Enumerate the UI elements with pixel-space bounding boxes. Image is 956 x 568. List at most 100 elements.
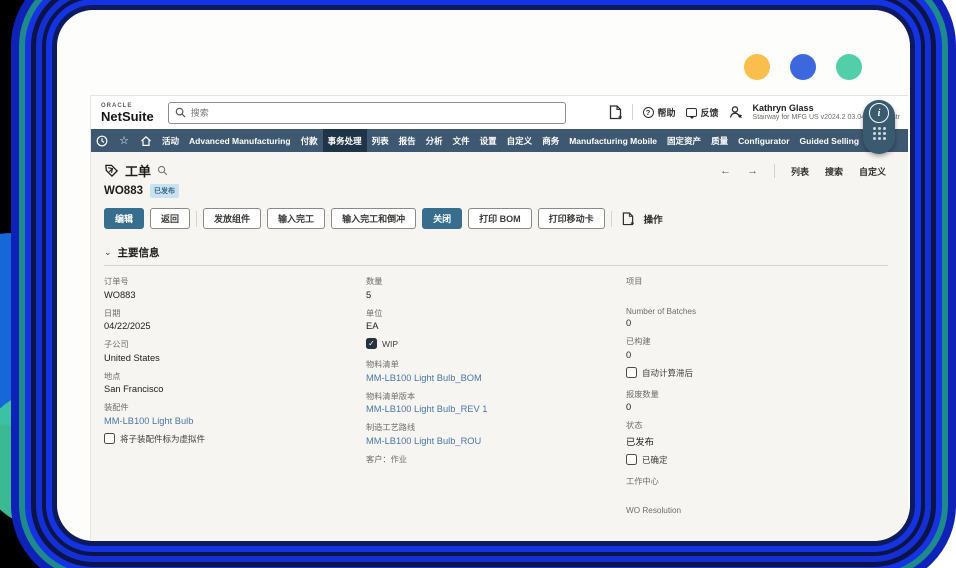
divider — [774, 164, 775, 178]
feedback-icon — [686, 108, 697, 117]
checkbox[interactable] — [104, 433, 115, 444]
print-bom-button[interactable]: 打印 BOM — [468, 208, 532, 229]
nav-item-customization[interactable]: 自定义 — [502, 129, 538, 152]
field-subsidiary: 子公司United States — [104, 338, 366, 364]
grid-dots-icon — [873, 127, 886, 140]
field-work-center: 工作中心 — [626, 475, 888, 501]
checkbox-firmed: 已确定 — [626, 454, 888, 466]
divider — [632, 104, 633, 120]
assistant-widget[interactable]: i — [863, 100, 895, 154]
stage: ORACLE NetSuite ? 帮助 反馈 — [0, 0, 956, 568]
netsuite-logo[interactable]: ORACLE NetSuite — [101, 103, 154, 123]
feedback-button[interactable]: 反馈 — [686, 106, 719, 119]
shortcuts-star-icon[interactable]: ☆ — [113, 129, 135, 152]
nav-item-activities[interactable]: 活动 — [157, 129, 184, 152]
user-icon[interactable] — [729, 105, 743, 119]
nav-item-configurator[interactable]: Configurator — [733, 129, 794, 152]
actions-menu[interactable]: 操作 — [644, 212, 663, 226]
deco-dots — [744, 54, 862, 80]
oracle-wordmark: ORACLE — [101, 103, 154, 109]
new-record-icon[interactable] — [622, 212, 634, 226]
print-move-card-button[interactable]: 打印移动卡 — [538, 208, 605, 229]
customize-link[interactable]: 自定义 — [859, 165, 886, 178]
nav-item-setup[interactable]: 设置 — [475, 129, 502, 152]
deco-dot-yellow — [744, 54, 770, 80]
deco-dot-teal — [836, 54, 862, 80]
field-routing: 制造工艺路线MM-LB100 Light Bulb_ROU — [366, 421, 626, 447]
edit-button[interactable]: 编辑 — [104, 208, 144, 229]
nav-item-reports[interactable]: 报告 — [394, 129, 421, 152]
field-assembly: 装配件MM-LB100 Light Bulb — [104, 401, 366, 427]
field-units: 单位EA — [366, 307, 626, 333]
record-header: 工单 WO883 已发布 ← → 列表 搜索 自定义 — [91, 152, 908, 198]
search-icon — [175, 107, 186, 118]
checkbox[interactable] — [626, 367, 637, 378]
field-bom-revision: 物料清单版本MM-LB100 Light Bulb_REV 1 — [366, 390, 626, 416]
nav-item-transactions[interactable]: 事务处理 — [323, 129, 367, 152]
global-search[interactable] — [168, 102, 566, 124]
deco-dot-blue — [790, 54, 816, 80]
nav-item-lists[interactable]: 列表 — [367, 129, 394, 152]
recent-records-icon[interactable] — [91, 129, 113, 152]
nav-item-quality[interactable]: 质量 — [706, 129, 733, 152]
close-button[interactable]: 关闭 — [422, 208, 462, 229]
back-button[interactable]: 返回 — [150, 208, 190, 229]
field-status: 状态已发布 — [626, 419, 888, 448]
nav-item-manufacturing-mobile[interactable]: Manufacturing Mobile — [564, 129, 662, 152]
netsuite-wordmark: NetSuite — [101, 110, 154, 123]
help-button[interactable]: ? 帮助 — [643, 106, 676, 119]
search-input[interactable] — [191, 108, 559, 118]
checkbox-wip: WIP — [366, 338, 626, 349]
field-quantity: 数量5 — [366, 275, 626, 301]
field-location: 地点San Francisco — [104, 370, 366, 396]
status-badge: 已发布 — [150, 184, 179, 198]
nav-item-documents[interactable]: 文件 — [448, 129, 475, 152]
primary-section-header[interactable]: ⌄ 主要信息 — [104, 245, 888, 266]
new-document-icon[interactable] — [609, 105, 622, 120]
nav-item-fixed-assets[interactable]: 固定资产 — [662, 129, 706, 152]
main-nav: ☆ 活动 Advanced Manufacturing 付款 事务处理 列表 报… — [91, 129, 908, 152]
nav-item-analytics[interactable]: 分析 — [421, 129, 448, 152]
back-arrow[interactable]: ← — [720, 165, 731, 177]
field-scrap-quantity: 报废数量0 — [626, 388, 888, 414]
work-order-icon — [104, 163, 119, 178]
checkbox[interactable] — [626, 454, 637, 465]
field-wo-resolution: WO Resolution — [626, 506, 888, 529]
enter-completion-backflush-button[interactable]: 输入完工和倒冲 — [331, 208, 416, 229]
divider — [196, 211, 197, 227]
nav-item-commerce[interactable]: 商务 — [537, 129, 564, 152]
field-number-of-batches: Number of Batches0 — [626, 307, 888, 330]
list-link[interactable]: 列表 — [791, 165, 809, 178]
field-project: 项目 — [626, 275, 888, 301]
record-search-icon[interactable] — [157, 165, 168, 176]
enter-completion-button[interactable]: 输入完工 — [267, 208, 325, 229]
primary-col3: 项目 Number of Batches0 已构建0 自动计算滞后 报废数量0 … — [626, 275, 888, 535]
field-customer-job: 客户：作业 — [366, 453, 626, 479]
checkbox-autocalculate-lag: 自动计算滞后 — [626, 367, 888, 379]
netsuite-window: ORACLE NetSuite ? 帮助 反馈 — [90, 95, 908, 541]
forward-arrow[interactable]: → — [747, 165, 758, 177]
home-icon[interactable] — [135, 129, 157, 152]
info-icon[interactable]: i — [869, 103, 889, 123]
checkbox-mark-subassemblies-phantom: 将子装配件标为虚拟件 — [104, 433, 366, 445]
help-icon: ? — [643, 107, 654, 118]
toolbar: 编辑 返回 发放组件 输入完工 输入完工和倒冲 关闭 打印 BOM 打印移动卡 … — [91, 198, 908, 229]
nav-item-advanced-manufacturing[interactable]: Advanced Manufacturing — [184, 129, 296, 152]
field-built: 已构建0 — [626, 335, 888, 361]
issue-components-button[interactable]: 发放组件 — [203, 208, 261, 229]
page-title: 工单 — [125, 161, 151, 180]
primary-col1: 订单号WO883 日期04/22/2025 子公司United States 地… — [104, 275, 366, 535]
checkbox[interactable] — [366, 338, 377, 349]
field-date: 日期04/22/2025 — [104, 307, 366, 333]
nav-item-payments[interactable]: 付款 — [296, 129, 323, 152]
divider — [611, 211, 612, 227]
primary-col2: 数量5 单位EA WIP 物料清单MM-LB100 Light Bulb_BOM… — [366, 275, 626, 535]
top-bar: ORACLE NetSuite ? 帮助 反馈 — [91, 96, 908, 129]
chevron-down-icon: ⌄ — [104, 247, 112, 258]
field-bom: 物料清单MM-LB100 Light Bulb_BOM — [366, 358, 626, 384]
search-link[interactable]: 搜索 — [825, 165, 843, 178]
record-id: WO883 — [104, 185, 143, 197]
nav-item-guided-selling[interactable]: Guided Selling — [795, 129, 865, 152]
browser-card: ORACLE NetSuite ? 帮助 反馈 — [57, 10, 910, 541]
primary-information-section: ⌄ 主要信息 订单号WO883 日期04/22/2025 子公司United S… — [104, 245, 888, 535]
